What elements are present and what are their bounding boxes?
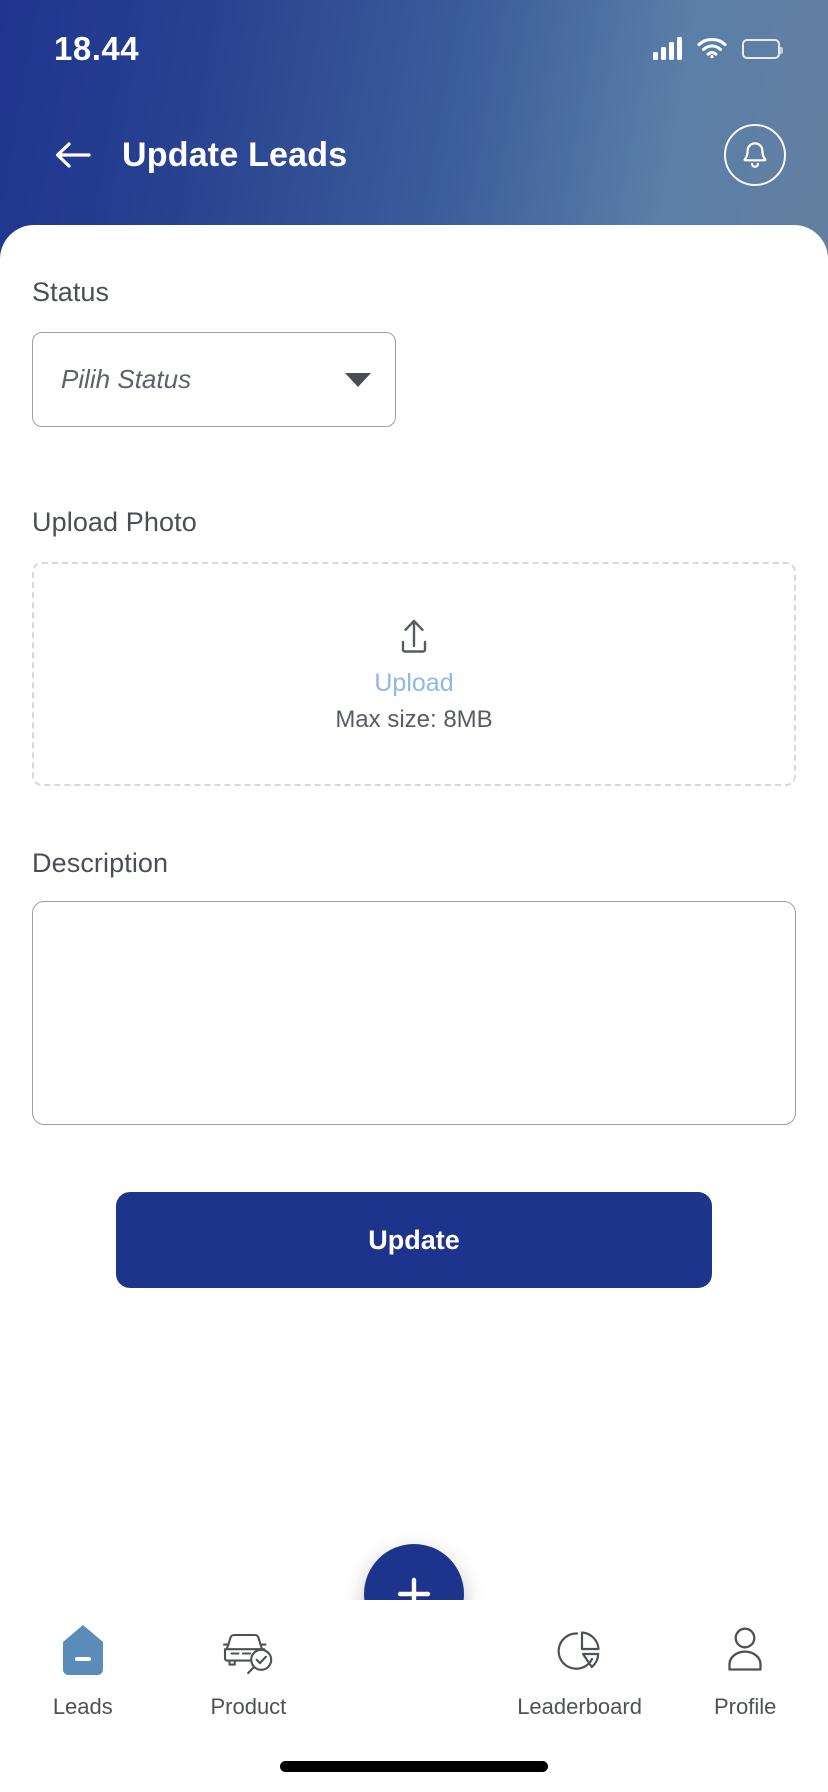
upload-link-text[interactable]: Upload [374, 669, 453, 698]
nav-label-product: Product [210, 1694, 287, 1719]
upload-field-group: Upload Photo Upload Max size: 8MB [32, 427, 796, 786]
person-icon [720, 1620, 770, 1682]
status-select[interactable]: Pilih Status [32, 332, 396, 427]
app-root: 18.44 Update Leads Status Pilih Status U… [0, 0, 828, 1792]
app-header: 18.44 Update Leads [0, 0, 828, 260]
nav-label-leaderboard: Leaderboard [517, 1694, 642, 1719]
battery-icon [742, 39, 783, 59]
upload-arrow-icon [401, 619, 427, 653]
bell-icon [743, 142, 767, 168]
chevron-down-icon [345, 372, 371, 387]
description-field-group: Description [32, 786, 796, 1130]
update-button[interactable]: Update [116, 1192, 712, 1288]
notification-button[interactable] [724, 124, 786, 186]
signal-bars-icon [653, 37, 682, 60]
upload-dropzone[interactable]: Upload Max size: 8MB [32, 562, 796, 786]
back-button[interactable] [50, 132, 96, 178]
nav-item-profile[interactable]: Profile [662, 1620, 828, 1720]
nav-item-leaderboard[interactable]: Leaderboard [497, 1620, 663, 1720]
description-label: Description [32, 848, 169, 878]
nav-label-leads: Leads [52, 1694, 113, 1719]
nav-item-product[interactable]: Product [166, 1620, 332, 1720]
submit-row: Update [32, 1130, 796, 1288]
page-title: Update Leads [122, 135, 348, 174]
nav-item-leads[interactable]: Leads [0, 1620, 166, 1720]
description-input[interactable] [32, 901, 796, 1125]
upload-size-hint: Max size: 8MB [335, 705, 493, 733]
home-indicator [280, 1761, 548, 1772]
status-label: Status [32, 277, 110, 307]
tag-pin-icon [57, 1620, 109, 1682]
status-bar-icons [653, 35, 783, 64]
upload-photo-label: Upload Photo [32, 507, 197, 537]
status-field-group: Status Pilih Status [32, 225, 796, 427]
header-nav-row: Update Leads [0, 115, 828, 195]
car-check-icon [217, 1620, 279, 1682]
arrow-left-icon [55, 142, 91, 168]
status-bar-time: 18.44 [54, 30, 140, 67]
nav-label-profile: Profile [713, 1694, 777, 1719]
pie-chart-icon [552, 1620, 608, 1682]
status-select-value: Pilih Status [61, 364, 192, 394]
status-bar: 18.44 [0, 22, 828, 76]
wifi-icon [696, 35, 728, 64]
